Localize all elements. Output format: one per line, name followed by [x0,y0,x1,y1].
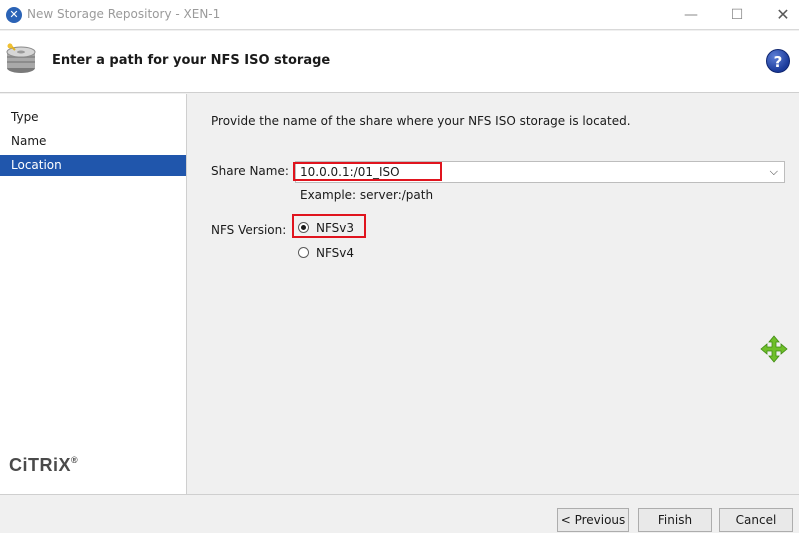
move-arrows-icon [760,335,788,363]
close-button[interactable]: ✕ [768,4,798,26]
cancel-button[interactable]: Cancel [719,508,793,532]
chevron-down-icon[interactable]: ⌵ [770,165,778,179]
finish-button[interactable]: Finish [638,508,712,532]
minimize-button[interactable]: — [676,4,706,26]
storage-disk-icon [6,43,36,73]
step-type[interactable]: Type [0,107,186,128]
wizard-footer: < Previous Finish Cancel [0,494,799,533]
step-name[interactable]: Name [0,131,186,152]
previous-button[interactable]: < Previous [557,508,629,532]
maximize-button[interactable]: ☐ [722,4,752,26]
citrix-logo-text: CiTRiX [9,455,72,475]
help-icon[interactable]: ? [766,49,790,73]
example-text: Example: server:/path [300,188,434,202]
page-title: Enter a path for your NFS ISO storage [52,53,331,68]
nfsv4-label[interactable]: NFSv4 [316,246,354,260]
share-name-label: Share Name: [211,164,289,178]
step-location[interactable]: Location [0,155,186,176]
wizard-steps-sidebar: Type Name Location CiTRiX® [0,94,187,494]
wizard-header: Enter a path for your NFS ISO storage ? [0,31,799,93]
share-name-highlight [293,162,442,181]
xen-icon: ✕ [6,7,22,23]
nfs-version-highlight [292,214,366,238]
citrix-logo: CiTRiX® [9,455,78,476]
nfs-version-label: NFS Version: [211,223,287,237]
title-bar: ✕ New Storage Repository - XEN-1 — ☐ ✕ [0,0,799,30]
window-title: New Storage Repository - XEN-1 [27,7,221,21]
registered-mark: ® [71,455,79,465]
intro-text: Provide the name of the share where your… [211,114,631,128]
location-panel: Provide the name of the share where your… [188,94,799,494]
radio-unchecked-icon[interactable] [298,247,309,258]
